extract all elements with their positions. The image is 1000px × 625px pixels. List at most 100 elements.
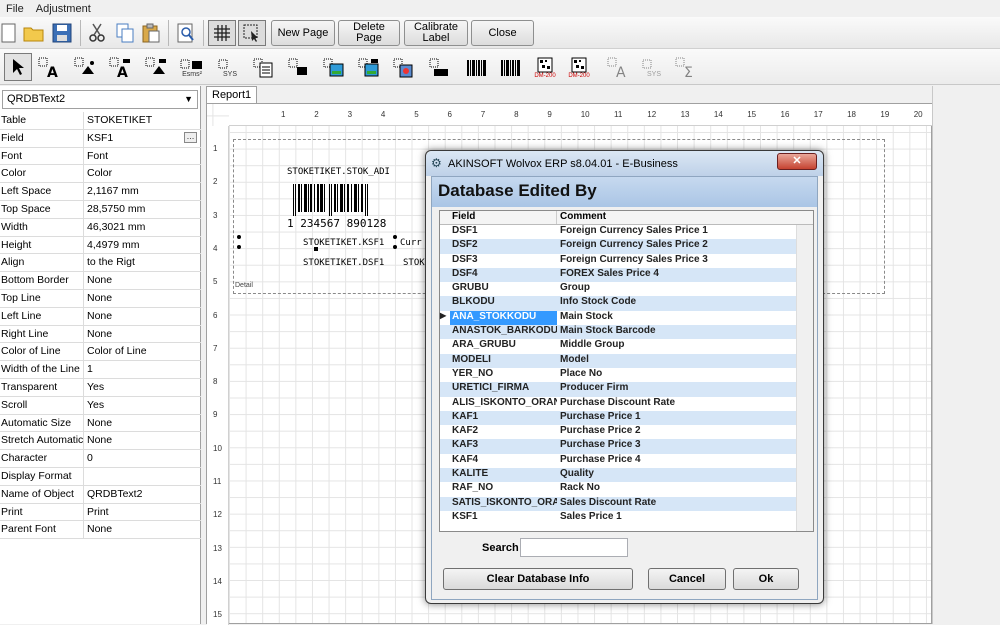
table-row[interactable]: DSF2 Foreign Currency Sales Price 2 — [440, 239, 813, 254]
property-value[interactable]: STOKETIKET — [84, 112, 201, 129]
property-row[interactable]: Field KSF1… — [0, 129, 201, 148]
snap-select-icon[interactable] — [238, 20, 266, 46]
cell-comment[interactable]: Purchase Price 3 — [557, 439, 793, 453]
dsf1-stock-field[interactable]: STOK — [403, 258, 425, 268]
table-row[interactable]: MODELI Model — [440, 353, 813, 368]
label-icon[interactable] — [426, 55, 452, 81]
cell-field[interactable]: MODELI — [450, 354, 557, 368]
cut-icon[interactable] — [86, 22, 108, 44]
close-icon[interactable]: ✕ — [777, 153, 817, 170]
cell-field[interactable]: KALITE — [450, 468, 557, 482]
property-value[interactable]: 2,1167 mm — [84, 183, 201, 200]
chevron-down-icon[interactable]: ▼ — [184, 94, 193, 104]
table-row[interactable]: DSF1 Foreign Currency Sales Price 1 — [440, 225, 813, 239]
esms2-icon[interactable]: Esms² — [178, 55, 206, 81]
barcode-icon[interactable] — [464, 55, 490, 81]
cell-comment[interactable]: Main Stock Barcode — [557, 325, 793, 339]
barcode-element[interactable] — [293, 184, 369, 216]
cell-field[interactable]: DSF3 — [450, 254, 557, 268]
cell-field[interactable]: GRUBU — [450, 282, 557, 296]
cell-field[interactable]: DSF2 — [450, 239, 557, 253]
new-file-icon[interactable] — [0, 22, 18, 44]
property-value[interactable]: Font — [84, 148, 201, 165]
property-value[interactable]: None — [84, 326, 201, 343]
property-row[interactable]: Print Print — [0, 503, 201, 522]
cell-field[interactable]: ARA_GRUBU — [450, 339, 557, 353]
selection-handle[interactable] — [237, 235, 241, 249]
property-value[interactable] — [84, 468, 201, 485]
property-row[interactable]: Color Color — [0, 165, 201, 184]
table-row[interactable]: YER_NO Place No — [440, 368, 813, 382]
pointer-tool-icon[interactable] — [4, 53, 32, 81]
property-value[interactable]: None — [84, 415, 201, 432]
table-row[interactable]: SATIS_ISKONTO_ORANISales Discount Rate — [440, 496, 813, 511]
calibrate-label-button[interactable]: Calibrate Label — [404, 20, 468, 46]
property-value[interactable]: Yes — [84, 397, 201, 414]
richtext-icon[interactable] — [320, 55, 346, 81]
table-row[interactable]: DSF4 FOREX Sales Price 4 — [440, 267, 813, 283]
property-value[interactable]: Color — [84, 165, 201, 182]
property-value[interactable]: Yes — [84, 379, 201, 396]
grid-scrollbar[interactable] — [796, 225, 813, 531]
property-value[interactable]: 4,4979 mm — [84, 237, 201, 254]
cell-field[interactable]: KAF3 — [450, 439, 557, 453]
property-row[interactable]: Width of the Line 1 — [0, 361, 201, 379]
table-row[interactable]: ALIS_ISKONTO_ORANI Purchase Discount Rate — [440, 397, 813, 411]
property-row[interactable]: Display Format — [0, 467, 201, 486]
property-value[interactable]: to the Rigt — [84, 254, 201, 271]
datamatrix-icon[interactable]: DM-200 — [532, 53, 558, 83]
cell-field[interactable]: URETICI_FIRMA — [450, 382, 557, 396]
image-field-icon[interactable] — [73, 55, 99, 81]
property-row[interactable]: Height 4,4979 mm — [0, 236, 201, 255]
property-value[interactable]: QRDBText2 — [84, 486, 201, 503]
cell-comment[interactable]: Model — [557, 354, 793, 368]
table-row[interactable]: ANASTOK_BARKODU Main Stock Barcode — [440, 325, 813, 340]
property-row[interactable]: Bottom Border None — [0, 272, 201, 290]
property-value[interactable]: 0 — [84, 450, 201, 467]
property-row[interactable]: Right Line None — [0, 325, 201, 344]
cell-field[interactable]: BLKODU — [450, 296, 557, 310]
cell-comment[interactable]: Sales Discount Rate — [557, 497, 793, 511]
db-richtext-icon[interactable] — [355, 55, 381, 81]
cell-field[interactable]: KAF2 — [450, 425, 557, 439]
property-row[interactable]: Stretch AutomaticallyNone — [0, 432, 201, 451]
property-row[interactable]: Top Space 28,5750 mm — [0, 200, 201, 219]
db-datamatrix-icon[interactable]: DM-200 — [566, 53, 592, 83]
stock-name-field[interactable]: STOKETIKET.STOK_ADI — [287, 167, 390, 177]
db-image-icon[interactable] — [144, 55, 170, 81]
table-row[interactable]: GRUBU Group — [440, 282, 813, 296]
property-value[interactable]: None — [84, 308, 201, 325]
cell-field[interactable]: KSF1 — [450, 511, 557, 525]
cell-comment[interactable]: Info Stock Code — [557, 296, 793, 310]
table-row[interactable]: KAF4 Purchase Price 4 — [440, 454, 813, 468]
cell-field[interactable]: ALIS_ISKONTO_ORANI — [450, 397, 557, 411]
property-row[interactable]: Top Line None — [0, 289, 201, 308]
selection-handle[interactable] — [314, 247, 318, 251]
cell-comment[interactable]: Foreign Currency Sales Price 1 — [557, 225, 793, 239]
cell-field[interactable]: ANASTOK_BARKODU — [450, 325, 557, 339]
chart-icon[interactable] — [390, 55, 416, 81]
selection-handle[interactable] — [393, 235, 397, 249]
table-row[interactable]: BLKODU Info Stock Code — [440, 296, 813, 311]
table-row[interactable]: KALITE Quality — [440, 468, 813, 483]
cell-comment[interactable]: Sales Price 1 — [557, 511, 793, 525]
table-row[interactable]: RAF_NO Rack No — [440, 482, 813, 496]
object-selector[interactable]: QRDBText2 ▼ — [2, 90, 198, 109]
property-value[interactable]: None — [84, 432, 201, 449]
cell-comment[interactable]: Middle Group — [557, 339, 793, 353]
cell-comment[interactable]: Quality — [557, 468, 793, 482]
property-row[interactable]: Width 46,3021 mm — [0, 218, 201, 237]
cell-field[interactable]: KAF1 — [450, 411, 557, 425]
cell-field[interactable]: RAF_NO — [450, 482, 557, 496]
property-row[interactable]: Align to the Rigt — [0, 254, 201, 273]
open-folder-icon[interactable] — [22, 22, 46, 44]
search-input[interactable] — [520, 538, 628, 557]
dialog-title-bar[interactable]: ⚙ AKINSOFT Wolvox ERP s8.04.01 - E-Busin… — [426, 151, 823, 176]
cell-comment[interactable]: Foreign Currency Sales Price 2 — [557, 239, 793, 253]
property-value[interactable]: None — [84, 272, 201, 289]
property-row[interactable]: Parent Font None — [0, 521, 201, 540]
property-row[interactable]: Character 0 — [0, 450, 201, 468]
cell-field[interactable]: SATIS_ISKONTO_ORANI — [450, 497, 557, 511]
table-row[interactable]: KAF2 Purchase Price 2 — [440, 425, 813, 439]
cell-comment[interactable]: Foreign Currency Sales Price 3 — [557, 254, 793, 268]
